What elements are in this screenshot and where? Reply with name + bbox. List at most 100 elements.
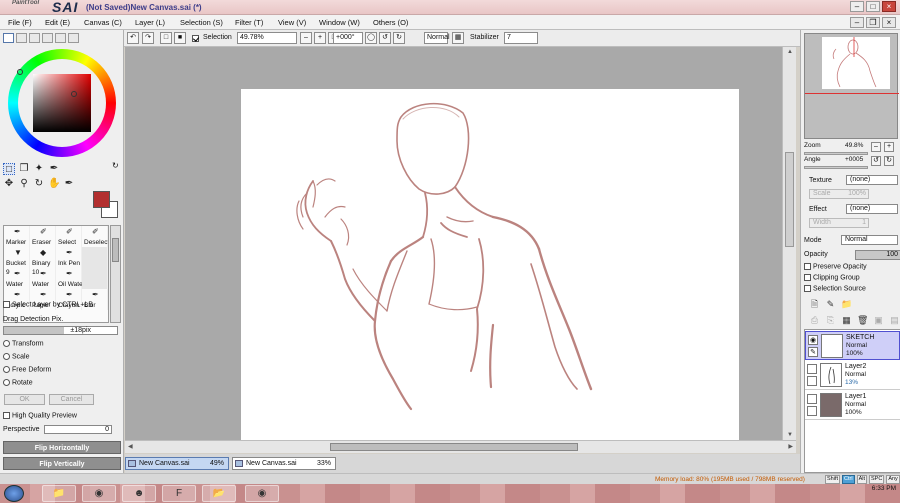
layer-visibility-eye-icon[interactable]	[807, 364, 817, 374]
minimize-document-button[interactable]: –	[850, 17, 864, 28]
opacity-slider[interactable]: 100	[855, 250, 900, 260]
layer-edit-pen-icon[interactable]: ✎	[808, 347, 818, 357]
zoom-out-button[interactable]: –	[300, 32, 312, 44]
lasso-icon[interactable]: ❐	[18, 163, 30, 175]
folder-icon[interactable]: 📂	[202, 485, 236, 502]
eyedropper-icon[interactable]: ✒	[63, 178, 75, 190]
transform-option[interactable]: Transform	[3, 340, 44, 347]
sv-marker[interactable]	[71, 91, 77, 97]
saturation-value-square[interactable]	[33, 74, 91, 132]
brush-slot[interactable]: ✒ Ink Pen	[56, 247, 82, 268]
horizontal-scroll-thumb[interactable]	[330, 443, 578, 451]
layer-lock-icon[interactable]	[807, 406, 817, 416]
layer-visibility-eye-icon[interactable]: ◉	[808, 335, 818, 345]
close-document-button[interactable]: ×	[882, 17, 896, 28]
menu-edit[interactable]: Edit (E)	[45, 18, 70, 27]
nav-zoom-slider[interactable]	[804, 152, 868, 155]
scroll-up-arrow[interactable]: ▲	[787, 49, 793, 55]
rotate-tool-icon[interactable]: ↻	[33, 178, 45, 190]
redo-button[interactable]: ↷	[142, 32, 154, 44]
texture-scale-field[interactable]: Scale 100%	[809, 189, 869, 199]
select-layer-option[interactable]: Select Layer by CTRL+LB	[3, 301, 93, 308]
zoom-in-button[interactable]: +	[314, 32, 326, 44]
navigator-preview[interactable]	[804, 33, 899, 139]
rotate-right-button[interactable]: ↻	[393, 32, 405, 44]
drag-detection-slider[interactable]: ±18pix	[3, 326, 118, 335]
effect-select[interactable]: (none)	[846, 204, 898, 214]
preserve-opacity-option[interactable]: Preserve Opacity	[804, 263, 867, 270]
brush-slot[interactable]: ✒ Oil Wate	[56, 268, 83, 289]
brush-slot[interactable]: ✐ Deselect	[82, 226, 108, 247]
layer-row-layer1[interactable]: Layer1 Normal 100%	[805, 391, 900, 420]
high-quality-preview-checkbox[interactable]	[3, 412, 10, 419]
high-quality-preview-option[interactable]: High Quality Preview	[3, 412, 77, 419]
layer-blend-mode-select[interactable]: Normal	[841, 235, 898, 245]
stabilizer-select[interactable]: 7	[504, 32, 538, 44]
move-icon[interactable]: ✥	[3, 178, 15, 190]
menu-view[interactable]: View (V)	[278, 18, 306, 27]
hue-marker[interactable]	[17, 69, 23, 75]
menu-file[interactable]: File (F)	[8, 18, 32, 27]
hand-icon[interactable]: ✋	[48, 178, 60, 190]
paint-tool-sai-icon[interactable]: ◉	[245, 485, 279, 502]
brush-slot[interactable]: ✒ 10 Water	[30, 268, 56, 289]
rotate-left-button[interactable]: ↺	[379, 32, 391, 44]
canvas-tab-2[interactable]: New Canvas.sai 33%	[232, 457, 336, 470]
rotate-reset-button[interactable]: ◯	[365, 32, 377, 44]
selection-checkbox[interactable]	[192, 35, 199, 42]
nav-rotate-right-button[interactable]: ↻	[884, 156, 894, 166]
selection-source-option[interactable]: Selection Source	[804, 285, 866, 292]
cancel-button[interactable]: Cancel	[49, 394, 94, 405]
color-wheel-tab[interactable]	[3, 33, 14, 43]
nav-angle-slider[interactable]	[804, 166, 868, 169]
deselect-button[interactable]: □	[160, 32, 172, 44]
zoom-tool-icon[interactable]: ⚲	[18, 178, 30, 190]
menu-filter[interactable]: Filter (T)	[235, 18, 263, 27]
invert-selection-button[interactable]: ■	[174, 32, 186, 44]
eyedropper-small-icon[interactable]: ✒	[48, 163, 60, 175]
system-tray-clock[interactable]: 6:33 PM	[872, 485, 896, 493]
delete-layer-icon[interactable]: 🗑	[857, 315, 868, 326]
minimize-window-button[interactable]: –	[850, 1, 864, 12]
flip-view-button[interactable]: ▦	[452, 32, 464, 44]
menu-window[interactable]: Window (W)	[319, 18, 360, 27]
texture-select[interactable]: (none)	[846, 175, 898, 185]
blend-mode-field[interactable]: Normal	[424, 32, 450, 44]
filezilla-icon[interactable]: F	[162, 485, 196, 502]
maximize-window-button[interactable]: □	[866, 1, 880, 12]
swatches-tab[interactable]	[55, 33, 66, 43]
flip-vertically-button[interactable]: Flip Vertically	[3, 457, 121, 470]
rectangle-select-icon[interactable]: □	[3, 163, 15, 175]
free-deform-option[interactable]: Free Deform	[3, 366, 51, 373]
nav-zoom-out-button[interactable]: –	[871, 142, 881, 152]
drawing-canvas[interactable]	[241, 89, 739, 440]
brush-slot[interactable]: ▼ Bucket	[4, 247, 30, 268]
scale-option[interactable]: Scale	[3, 353, 30, 360]
brush-slot-empty[interactable]	[82, 247, 108, 268]
vertical-scroll-thumb[interactable]	[785, 152, 794, 247]
start-button-icon[interactable]	[4, 485, 24, 502]
restore-document-button[interactable]: ❐	[866, 17, 880, 28]
layer-lock-icon[interactable]	[807, 376, 817, 386]
new-folder-icon[interactable]: 📁	[841, 299, 852, 310]
menu-layer[interactable]: Layer (L)	[135, 18, 165, 27]
effect-width-field[interactable]: Width 1	[809, 218, 869, 228]
canvas-viewport[interactable]	[125, 47, 782, 440]
brush-slot[interactable]: ✒ 9 Water	[4, 268, 30, 289]
canvas-tab-1[interactable]: New Canvas.sai 49%	[125, 457, 229, 470]
rotation-field[interactable]: +000°	[333, 32, 363, 44]
new-layer-icon[interactable]: 🗎	[809, 299, 820, 310]
hsv-slider-tab[interactable]	[29, 33, 40, 43]
nav-zoom-in-button[interactable]: +	[884, 142, 894, 152]
merge-visible-icon[interactable]: ▤	[889, 315, 900, 326]
transfer-down-icon[interactable]: ⎙	[809, 315, 820, 326]
primary-color-swatch[interactable]	[93, 191, 110, 208]
menu-canvas[interactable]: Canvas (C)	[84, 18, 122, 27]
brush-grid-scrollbar[interactable]	[110, 225, 121, 323]
menu-others[interactable]: Others (O)	[373, 18, 408, 27]
brush-slot[interactable]: ◆ Binary	[30, 247, 56, 268]
layer-row-sketch[interactable]: ◉ ✎ SKETCH Normal 100%	[805, 331, 900, 360]
messenger-icon[interactable]: ☻	[122, 485, 156, 502]
perspective-field[interactable]: 0	[44, 425, 112, 434]
canvas-vertical-scrollbar[interactable]: ▲ ▼	[782, 47, 796, 440]
